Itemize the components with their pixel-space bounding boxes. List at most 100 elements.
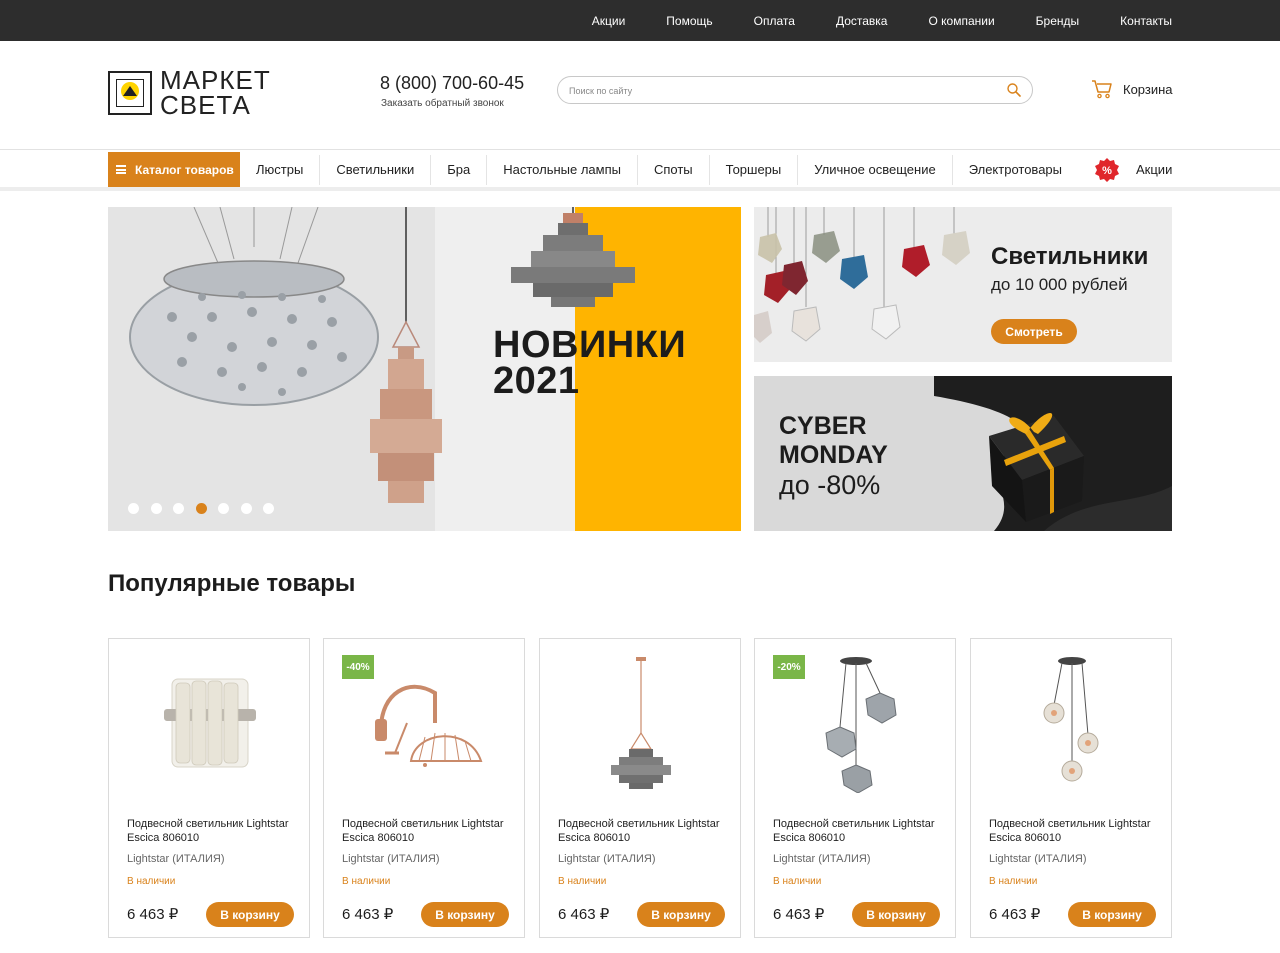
product-name[interactable]: Подвесной светильник Lightstar Escica 80…	[773, 817, 949, 845]
top-nav: Акции Помощь Оплата Доставка О компании …	[551, 0, 1172, 41]
hero-grey-pendant-image	[511, 207, 635, 307]
callback-link[interactable]: Заказать обратный звонок	[381, 98, 504, 109]
cart-icon	[1092, 80, 1112, 99]
category-spots[interactable]: Споты	[638, 154, 710, 185]
logo-line2: СВЕТА	[160, 90, 251, 120]
product-card[interactable]: Подвесной светильник Lightstar Escica 80…	[970, 638, 1172, 938]
banner-cyber-line1: CYBER	[779, 412, 867, 440]
promo-label: Акции	[1136, 162, 1173, 177]
banner-lamps[interactable]: Светильники до 10 000 рублей Смотреть	[754, 207, 1172, 362]
banner-cyber-monday[interactable]: CYBER MONDAY до -80%	[754, 376, 1172, 531]
product-card[interactable]: Подвесной светильник Lightstar Escica 80…	[539, 638, 741, 938]
product-name[interactable]: Подвесной светильник Lightstar Escica 80…	[127, 817, 303, 845]
product-brand: Lightstar (ИТАЛИЯ)	[342, 853, 440, 865]
category-chandeliers[interactable]: Люстры	[240, 154, 321, 185]
top-nav-help[interactable]: Помощь	[666, 14, 712, 28]
slider-dots	[128, 503, 286, 514]
menu-icon	[116, 165, 126, 174]
top-nav-payment[interactable]: Оплата	[754, 14, 795, 28]
product-image	[375, 684, 483, 767]
svg-text:%: %	[1102, 165, 1112, 177]
banner-gift-box-image	[934, 376, 1172, 531]
banner-cyber-title: CYBER MONDAY	[779, 412, 888, 470]
product-name[interactable]: Подвесной светильник Lightstar Escica 80…	[342, 817, 518, 845]
product-card[interactable]: Подвесной светильник Lightstar Escica 80…	[108, 638, 310, 938]
category-lamps[interactable]: Светильники	[320, 154, 432, 185]
top-nav-promotions[interactable]: Акции	[592, 14, 626, 28]
top-nav-contacts[interactable]: Контакты	[1120, 14, 1172, 28]
product-price: 6 463 ₽	[989, 906, 1041, 923]
banner-lamps-button[interactable]: Смотреть	[991, 319, 1077, 344]
category-nav: Люстры Светильники Бра Настольные лампы …	[240, 152, 1172, 187]
product-card[interactable]: -20% Подвесной светильник Lightstar Esci…	[754, 638, 956, 938]
add-to-cart-button[interactable]: В корзину	[421, 902, 509, 927]
product-brand: Lightstar (ИТАЛИЯ)	[989, 853, 1087, 865]
product-stock: В наличии	[989, 876, 1038, 887]
product-image	[611, 657, 671, 789]
product-image	[1043, 657, 1099, 782]
category-sconces[interactable]: Бра	[431, 154, 488, 185]
top-nav-about[interactable]: О компании	[928, 14, 994, 28]
phone-number[interactable]: 8 (800) 700-60-45	[380, 73, 524, 94]
product-brand: Lightstar (ИТАЛИЯ)	[127, 853, 225, 865]
category-floor-lamps[interactable]: Торшеры	[710, 154, 799, 185]
product-price: 6 463 ₽	[773, 906, 825, 923]
add-to-cart-button[interactable]: В корзину	[206, 902, 294, 927]
search-box	[557, 76, 1033, 104]
top-nav-delivery[interactable]: Доставка	[836, 14, 888, 28]
product-price: 6 463 ₽	[558, 906, 610, 923]
add-to-cart-button[interactable]: В корзину	[1068, 902, 1156, 927]
percent-badge-icon: %	[1095, 157, 1119, 182]
product-price: 6 463 ₽	[127, 906, 179, 923]
slider-dot-2[interactable]	[150, 503, 162, 514]
slider-dot-4[interactable]	[195, 503, 207, 514]
slider-dot-6[interactable]	[240, 503, 252, 514]
slider-dot-1[interactable]	[128, 503, 139, 514]
search-icon[interactable]	[1006, 82, 1022, 98]
cart-link[interactable]: Корзина	[1091, 78, 1173, 100]
cart-label: Корзина	[1123, 81, 1173, 97]
search-input[interactable]	[569, 82, 989, 99]
category-electrical[interactable]: Электротовары	[953, 155, 1078, 185]
product-grid: Подвесной светильник Lightstar Escica 80…	[108, 638, 1172, 938]
hero-title: НОВИНКИ 2021	[493, 324, 687, 402]
logo-text: МАРКЕТ СВЕТА	[160, 67, 271, 120]
product-stock: В наличии	[127, 876, 176, 887]
banner-cyber-line2: MONDAY	[779, 441, 888, 469]
product-card[interactable]: -40% Подвесной светильник Lightstar Esci…	[323, 638, 525, 938]
category-outdoor[interactable]: Уличное освещение	[798, 154, 953, 185]
slider-dot-7[interactable]	[263, 503, 274, 514]
top-nav-brands[interactable]: Бренды	[1036, 14, 1079, 28]
category-nav-bar: Каталог товаров Люстры Светильники Бра Н…	[0, 149, 1280, 191]
hero-title-line2: 2021	[493, 360, 580, 402]
category-promotions[interactable]: % Акции	[1078, 157, 1172, 183]
product-name[interactable]: Подвесной светильник Lightstar Escica 80…	[989, 817, 1165, 845]
banner-cyber-subtitle: до -80%	[779, 470, 881, 500]
banner-lamps-subtitle: до 10 000 рублей	[991, 275, 1128, 294]
slider-dot-5[interactable]	[218, 503, 229, 514]
banner-crystal-pendants-image	[754, 207, 970, 343]
hero-slider[interactable]: НОВИНКИ 2021	[108, 207, 741, 531]
banner-lamps-title: Светильники	[991, 243, 1149, 270]
product-name[interactable]: Подвесной светильник Lightstar Escica 80…	[558, 817, 734, 845]
product-image	[164, 678, 256, 768]
logo-mark-icon	[108, 71, 152, 115]
catalog-button-label: Каталог товаров	[135, 162, 234, 177]
add-to-cart-button[interactable]: В корзину	[637, 902, 725, 927]
catalog-button[interactable]: Каталог товаров	[108, 152, 240, 187]
popular-section-title: Популярные товары	[108, 570, 356, 597]
hero-title-line1: НОВИНКИ	[493, 324, 687, 366]
product-stock: В наличии	[558, 876, 607, 887]
category-table-lamps[interactable]: Настольные лампы	[487, 154, 638, 185]
add-to-cart-button[interactable]: В корзину	[852, 902, 940, 927]
product-brand: Lightstar (ИТАЛИЯ)	[773, 853, 871, 865]
hero-copper-pendant-image	[370, 207, 442, 503]
product-price: 6 463 ₽	[342, 906, 394, 923]
product-stock: В наличии	[342, 876, 391, 887]
slider-dot-3[interactable]	[173, 503, 184, 514]
top-bar: Акции Помощь Оплата Доставка О компании …	[0, 0, 1280, 41]
site-logo[interactable]: МАРКЕТ СВЕТА	[108, 67, 278, 120]
product-brand: Lightstar (ИТАЛИЯ)	[558, 853, 656, 865]
product-stock: В наличии	[773, 876, 822, 887]
product-image	[825, 657, 897, 793]
